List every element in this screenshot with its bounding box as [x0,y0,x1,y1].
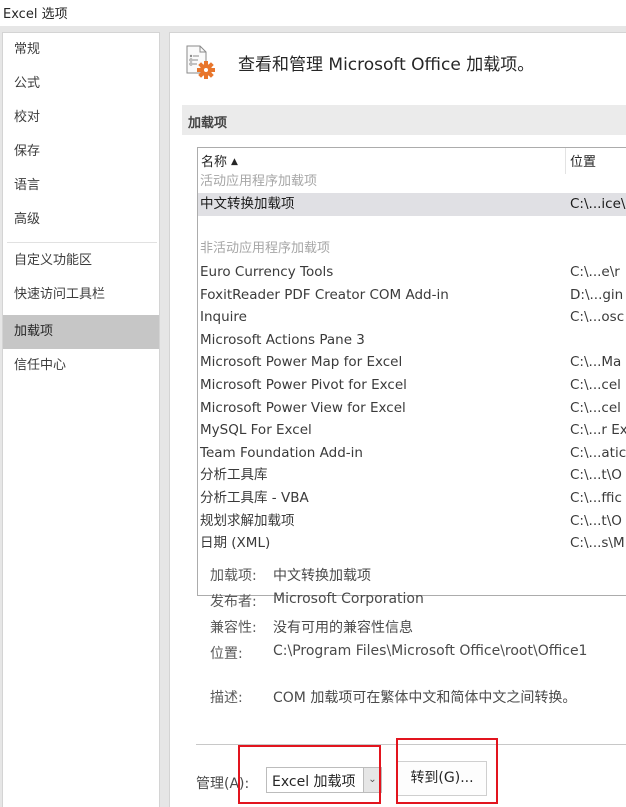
detail-value: Microsoft Corporation [273,591,424,607]
addin-name: Inquire [200,309,247,326]
addin-name: 规划求解加载项 [200,512,295,529]
group-label: 非活动应用程序加载项 [200,241,331,257]
addin-name: Microsoft Power Map for Excel [200,354,403,371]
sidebar-divider [7,242,157,243]
section-header: 加载项 [182,105,626,135]
sidebar-item-quick-access-toolbar[interactable]: 快速访问工具栏 [3,278,159,312]
manage-label: 管理(A): [196,776,250,792]
manage-dropdown[interactable]: Excel 加载项 ⌄ [266,767,382,793]
addin-location: C:\...cel [570,376,621,393]
table-row[interactable]: 分析工具库 - VBA C:\...ffic [198,487,626,510]
sort-ascending-icon: ▲ [231,157,238,167]
addin-location: C:\...r Ex [570,422,626,439]
sidebar-item-formulas[interactable]: 公式 [3,67,159,101]
table-row[interactable]: Microsoft Power Pivot for Excel C:\...cel [198,374,626,397]
addin-name: Microsoft Power View for Excel [200,399,406,416]
addin-location: D:\...gin [570,286,624,303]
sidebar: 常规 公式 校对 保存 语言 高级 自定义功能区 快速访问工具栏 加载项 信任中… [2,32,160,807]
sidebar-item-proofing[interactable]: 校对 [3,101,159,135]
title-bar: Excel 选项 [0,0,626,26]
detail-label: 位置: [210,646,243,662]
sidebar-item-add-ins[interactable]: 加载项 [3,315,159,349]
page-heading: 查看和管理 Microsoft Office 加载项。 [238,55,535,75]
detail-value: COM 加载项可在繁体中文和简体中文之间转换。 [273,690,577,706]
table-row[interactable]: MySQL For Excel C:\...r Ex [198,419,626,442]
list-header: 名称 ▲ 位置 [198,148,626,174]
table-row[interactable]: 规划求解加载项 C:\...t\O [198,510,626,533]
addin-location: C:\...cel [570,399,621,416]
detail-label: 描述: [210,690,243,706]
addin-name: Microsoft Actions Pane 3 [200,331,365,348]
add-ins-panel: 查看和管理 Microsoft Office 加载项。 加载项 名称 ▲ 位置 活… [169,32,626,807]
table-row[interactable]: Microsoft Power Map for Excel C:\...Ma [198,351,626,374]
manage-selected-value: Excel 加载项 [272,774,356,790]
sidebar-item-customize-ribbon[interactable]: 自定义功能区 [3,244,159,278]
addin-location: C:\...ffic [570,489,622,506]
table-row[interactable]: 分析工具库 C:\...t\O [198,464,626,487]
addin-location: C:\...atic [570,444,626,461]
group-label: 活动应用程序加载项 [200,173,318,189]
addin-name: Team Foundation Add-in [200,444,363,461]
addin-location: C:\...e\r [570,263,620,280]
addin-location: C:\...ice\ [570,196,626,213]
addin-name: 日期 (XML) [200,535,271,552]
addin-location: C:\...s\M [570,535,625,552]
addin-location: C:\...osc [570,309,625,326]
addin-location: C:\...t\O [570,512,622,529]
add-ins-list[interactable]: 名称 ▲ 位置 活动应用程序加载项 中文转换加载项 C:\...ice\ 非活动应用程序… [197,147,626,596]
addin-name: Euro Currency Tools [200,263,334,280]
addin-name: 分析工具库 [200,467,268,484]
group-header-row: 活动应用程序加载项 [198,171,626,194]
table-row[interactable]: 中文转换加载项 C:\...ice\ [198,193,626,216]
addin-location: C:\...Ma [570,354,622,371]
addin-name: MySQL For Excel [200,422,312,439]
table-row[interactable]: Microsoft Actions Pane 3 [198,329,626,352]
window-title: Excel 选项 [3,7,68,22]
table-row[interactable]: Inquire C:\...osc [198,306,626,329]
table-row[interactable]: Euro Currency Tools C:\...e\r [198,261,626,284]
column-header-location[interactable]: 位置 [570,151,596,170]
detail-value: 中文转换加载项 [273,568,371,584]
addins-gear-document-icon [185,45,217,79]
addin-location: C:\...t\O [570,467,622,484]
column-header-name[interactable]: 名称 ▲ [201,151,238,170]
go-button[interactable]: 转到(G)... [397,761,487,796]
addin-name: FoxitReader PDF Creator COM Add-in [200,286,449,303]
table-row[interactable]: FoxitReader PDF Creator COM Add-in D:\...… [198,284,626,307]
table-row[interactable]: Team Foundation Add-in C:\...atic [198,442,626,465]
addin-name: 中文转换加载项 [200,196,295,213]
detail-label: 兼容性: [210,620,257,636]
sidebar-item-general[interactable]: 常规 [3,33,159,67]
sidebar-item-language[interactable]: 语言 [3,169,159,203]
group-header-row: 非活动应用程序加载项 [198,238,626,261]
detail-value: C:\Program Files\Microsoft Office\root\O… [273,643,588,659]
detail-value: 没有可用的兼容性信息 [273,620,413,636]
addin-name: 分析工具库 - VBA [200,489,309,506]
blank-row [198,216,626,239]
detail-label: 发布者: [210,594,257,610]
addin-name: Microsoft Power Pivot for Excel [200,376,407,393]
section-title: 加载项 [188,116,228,131]
chevron-down-icon[interactable]: ⌄ [363,768,381,792]
column-name-label: 名称 [201,155,228,170]
sidebar-item-save[interactable]: 保存 [3,135,159,169]
sidebar-item-trust-center[interactable]: 信任中心 [3,349,159,383]
table-row[interactable]: Microsoft Power View for Excel C:\...cel [198,397,626,420]
table-row[interactable]: 日期 (XML) C:\...s\M [198,532,626,555]
sidebar-item-advanced[interactable]: 高级 [3,203,159,237]
detail-label: 加载项: [210,568,257,584]
divider [196,744,626,745]
